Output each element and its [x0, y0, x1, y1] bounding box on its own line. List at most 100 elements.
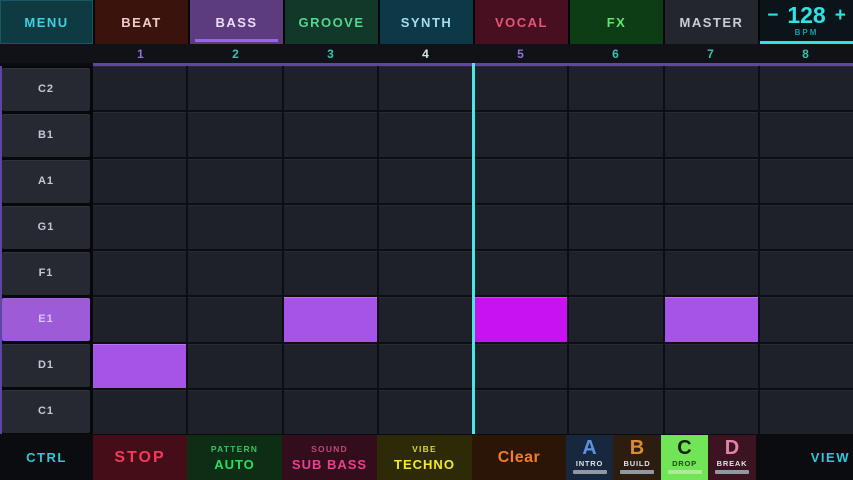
- cell-E1-6[interactable]: [569, 297, 662, 341]
- cell-E1-8[interactable]: [760, 297, 853, 341]
- cell-B1-4[interactable]: [379, 112, 472, 156]
- pattern-selector[interactable]: PATTERN AUTO: [187, 435, 282, 480]
- note-label-E1[interactable]: E1: [2, 298, 90, 341]
- cell-C2-8[interactable]: [760, 66, 853, 110]
- cell-C1-7[interactable]: [665, 390, 758, 434]
- cell-C2-6[interactable]: [569, 66, 662, 110]
- note-label-D1[interactable]: D1: [2, 344, 90, 387]
- cell-F1-1[interactable]: [93, 251, 186, 295]
- cell-A1-7[interactable]: [665, 159, 758, 203]
- cell-E1-2[interactable]: [188, 297, 281, 341]
- cell-F1-6[interactable]: [569, 251, 662, 295]
- cell-C1-3[interactable]: [284, 390, 377, 434]
- cell-C1-2[interactable]: [188, 390, 281, 434]
- cell-D1-3[interactable]: [284, 344, 377, 388]
- cell-G1-7[interactable]: [665, 205, 758, 249]
- cell-G1-4[interactable]: [379, 205, 472, 249]
- cell-B1-7[interactable]: [665, 112, 758, 156]
- cell-G1-6[interactable]: [569, 205, 662, 249]
- cell-D1-8[interactable]: [760, 344, 853, 388]
- clear-button[interactable]: Clear: [472, 435, 566, 480]
- tab-master[interactable]: MASTER: [665, 0, 758, 44]
- cell-G1-2[interactable]: [188, 205, 281, 249]
- step-number-5: 5: [473, 44, 568, 63]
- cell-B1-3[interactable]: [284, 112, 377, 156]
- cell-F1-3[interactable]: [284, 251, 377, 295]
- cell-B1-1[interactable]: [93, 112, 186, 156]
- note-label-C1[interactable]: C1: [2, 390, 90, 433]
- cell-F1-4[interactable]: [379, 251, 472, 295]
- cell-C2-3[interactable]: [284, 66, 377, 110]
- cell-C1-5[interactable]: [474, 390, 567, 434]
- tab-vocal[interactable]: VOCAL: [475, 0, 568, 44]
- cell-A1-3[interactable]: [284, 159, 377, 203]
- tab-beat[interactable]: BEAT: [95, 0, 188, 44]
- cell-G1-5[interactable]: [474, 205, 567, 249]
- bpm-increase-button[interactable]: +: [835, 6, 846, 25]
- cell-C2-2[interactable]: [188, 66, 281, 110]
- cell-D1-1[interactable]: [93, 344, 186, 388]
- note-label-B1[interactable]: B1: [2, 114, 90, 157]
- section-letter: C: [677, 438, 691, 459]
- cell-D1-6[interactable]: [569, 344, 662, 388]
- section-build-button[interactable]: BBUILD: [613, 435, 661, 480]
- view-button[interactable]: VIEW: [756, 435, 853, 480]
- cell-A1-6[interactable]: [569, 159, 662, 203]
- cell-C1-6[interactable]: [569, 390, 662, 434]
- sound-selector[interactable]: SOUND SUB BASS: [282, 435, 377, 480]
- cell-C2-7[interactable]: [665, 66, 758, 110]
- tab-menu[interactable]: MENU: [0, 0, 93, 44]
- tab-bass[interactable]: BASS: [190, 0, 283, 44]
- cell-A1-8[interactable]: [760, 159, 853, 203]
- bpm-decrease-button[interactable]: −: [767, 6, 778, 25]
- section-break-button[interactable]: DBREAK: [708, 435, 756, 480]
- vibe-selector[interactable]: VIBE TECHNO: [377, 435, 472, 480]
- note-label-A1[interactable]: A1: [2, 160, 90, 203]
- tab-fx[interactable]: FX: [570, 0, 663, 44]
- cell-F1-8[interactable]: [760, 251, 853, 295]
- cell-B1-2[interactable]: [188, 112, 281, 156]
- cell-E1-4[interactable]: [379, 297, 472, 341]
- cell-F1-7[interactable]: [665, 251, 758, 295]
- cell-A1-4[interactable]: [379, 159, 472, 203]
- section-progress-bar: [715, 470, 749, 474]
- cell-B1-8[interactable]: [760, 112, 853, 156]
- cell-B1-5[interactable]: [474, 112, 567, 156]
- section-drop-button[interactable]: CDROP: [661, 435, 708, 480]
- cell-B1-6[interactable]: [569, 112, 662, 156]
- cell-C1-1[interactable]: [93, 390, 186, 434]
- cell-F1-2[interactable]: [188, 251, 281, 295]
- tab-groove[interactable]: GROOVE: [285, 0, 378, 44]
- bpm-control[interactable]: − 128 + BPM: [760, 0, 853, 44]
- cell-G1-3[interactable]: [284, 205, 377, 249]
- cell-D1-7[interactable]: [665, 344, 758, 388]
- cell-C2-1[interactable]: [93, 66, 186, 110]
- stop-button[interactable]: STOP: [93, 435, 187, 480]
- note-label-F1[interactable]: F1: [2, 252, 90, 295]
- cell-D1-2[interactable]: [188, 344, 281, 388]
- note-label-C2[interactable]: C2: [2, 68, 90, 111]
- tab-synth[interactable]: SYNTH: [380, 0, 473, 44]
- music-sequencer-app: MENUBEATBASSGROOVESYNTHVOCALFXMASTER − 1…: [0, 0, 853, 480]
- cell-D1-4[interactable]: [379, 344, 472, 388]
- cell-G1-1[interactable]: [93, 205, 186, 249]
- cell-E1-5[interactable]: [474, 297, 567, 341]
- cell-A1-5[interactable]: [474, 159, 567, 203]
- section-intro-button[interactable]: AINTRO: [566, 435, 613, 480]
- cell-E1-3[interactable]: [284, 297, 377, 341]
- cell-C1-8[interactable]: [760, 390, 853, 434]
- cell-C2-5[interactable]: [474, 66, 567, 110]
- cell-A1-2[interactable]: [188, 159, 281, 203]
- section-progress-bar: [668, 470, 702, 474]
- cell-A1-1[interactable]: [93, 159, 186, 203]
- note-label-G1[interactable]: G1: [2, 206, 90, 249]
- cell-E1-1[interactable]: [93, 297, 186, 341]
- cell-F1-5[interactable]: [474, 251, 567, 295]
- step-number-6: 6: [568, 44, 663, 63]
- cell-C1-4[interactable]: [379, 390, 472, 434]
- cell-G1-8[interactable]: [760, 205, 853, 249]
- cell-E1-7[interactable]: [665, 297, 758, 341]
- ctrl-button[interactable]: CTRL: [0, 435, 93, 480]
- cell-D1-5[interactable]: [474, 344, 567, 388]
- cell-C2-4[interactable]: [379, 66, 472, 110]
